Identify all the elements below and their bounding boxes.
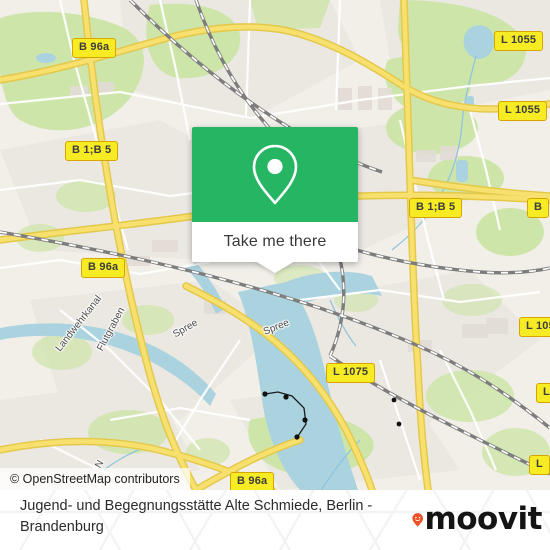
- road-shield[interactable]: B: [527, 198, 550, 218]
- road-shield[interactable]: B 1;B 5: [65, 141, 119, 161]
- popup-footer[interactable]: Take me there: [192, 222, 358, 262]
- road-shield[interactable]: B 96a: [81, 258, 126, 278]
- popup-header: [192, 127, 358, 222]
- popup-pointer-tail: [255, 261, 295, 273]
- moovit-map-screenshot: B 96a L 1055 L 1055 B 1;B 5 B 1;B 5 B B …: [0, 0, 550, 550]
- moovit-wordmark: moovit: [424, 500, 542, 537]
- place-caption: Jugend- und Begegnungsstätte Alte Schmie…: [20, 498, 373, 535]
- road-shield[interactable]: L: [529, 455, 550, 475]
- osm-attribution[interactable]: © OpenStreetMap contributors: [0, 468, 190, 490]
- road-shield[interactable]: B 96a: [72, 38, 117, 58]
- map-canvas[interactable]: B 96a L 1055 L 1055 B 1;B 5 B 1;B 5 B B …: [0, 0, 550, 490]
- footer-bar: Jugend- und Begegnungsstätte Alte Schmie…: [0, 490, 550, 550]
- location-popup-card[interactable]: Take me there: [192, 127, 358, 273]
- road-shield[interactable]: L 1055: [494, 31, 544, 51]
- road-shield[interactable]: L 1055: [498, 101, 548, 121]
- road-shield[interactable]: L 1075: [326, 363, 376, 383]
- take-me-there-label: Take me there: [223, 233, 327, 250]
- map-pin-icon: [252, 144, 298, 204]
- road-shield[interactable]: B 96a: [230, 472, 275, 490]
- road-shield[interactable]: B 1;B 5: [409, 198, 463, 218]
- moovit-logo[interactable]: moovit: [412, 498, 542, 542]
- road-shield[interactable]: L: [536, 383, 550, 403]
- road-shield[interactable]: L 105: [519, 317, 550, 337]
- moovit-pin-icon: [412, 513, 424, 527]
